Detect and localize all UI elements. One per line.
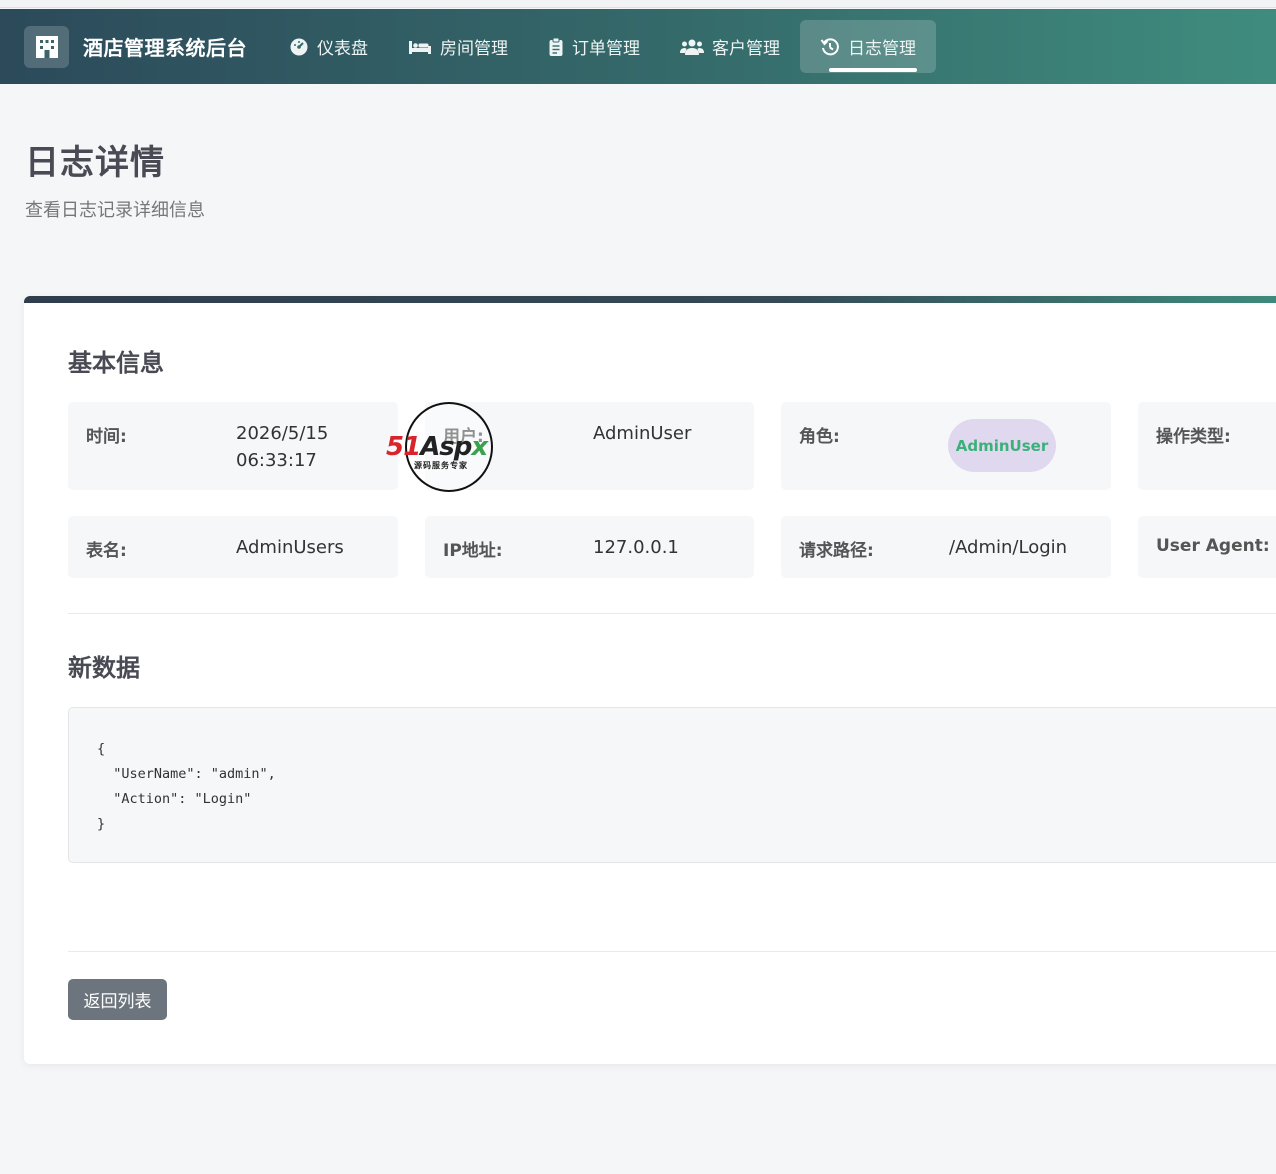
- nav-item-dashboard[interactable]: 仪表盘: [269, 20, 388, 73]
- info-time: 时间: 2026/5/15 06:33:17: [68, 402, 398, 490]
- ip-value: 127.0.0.1: [593, 537, 679, 558]
- info-request-path: 请求路径: /Admin/Login: [781, 516, 1111, 578]
- request-path-value: /Admin/Login: [949, 537, 1068, 558]
- clipboard-icon: [549, 37, 563, 56]
- new-data-json-block: { "UserName": "admin", "Action": "Login"…: [68, 707, 1276, 863]
- log-detail-card: 基本信息 时间: 2026/5/15 06:33:17 用户: AdminUse…: [24, 296, 1276, 1064]
- page-header: 日志详情 查看日志记录详细信息: [25, 135, 205, 222]
- nav-item-label: 仪表盘: [317, 39, 368, 59]
- info-table: 表名: AdminUsers: [68, 516, 398, 578]
- watermark-logo: 51Aspx 源码服务专家: [386, 402, 512, 494]
- role-badge: AdminUser: [948, 419, 1056, 472]
- new-data-json: { "UserName": "admin", "Action": "Login"…: [97, 741, 276, 832]
- browser-top-strip: [0, 0, 1276, 8]
- bed-icon: [409, 40, 431, 54]
- section-divider: [68, 613, 1276, 614]
- info-ip: IP地址: 127.0.0.1: [425, 516, 754, 578]
- page-subtitle: 查看日志记录详细信息: [25, 200, 205, 221]
- hotel-icon: [24, 25, 69, 68]
- user-agent-label: User Agent:: [1156, 536, 1270, 556]
- basic-info-title: 基本信息: [68, 349, 164, 377]
- nav-item-customers[interactable]: 客户管理: [660, 20, 800, 73]
- role-label: 角色:: [799, 427, 840, 447]
- nav-item-logs[interactable]: 日志管理: [800, 20, 936, 73]
- nav-item-orders[interactable]: 订单管理: [528, 20, 660, 73]
- users-icon: [680, 39, 704, 55]
- request-path-label: 请求路径:: [799, 541, 874, 561]
- nav-item-label: 房间管理: [440, 39, 508, 59]
- page-title: 日志详情: [25, 143, 165, 183]
- nav-item-label: 客户管理: [712, 39, 780, 59]
- user-value: AdminUser: [593, 423, 692, 444]
- app-title: 酒店管理系统后台: [83, 36, 247, 60]
- card-accent-bar: [24, 296, 1276, 303]
- back-to-list-button[interactable]: 返回列表: [68, 979, 167, 1020]
- history-icon: [820, 37, 839, 55]
- active-tab-indicator: [829, 68, 917, 72]
- top-navbar: 酒店管理系统后台 仪表盘 房间管理 订单管理 客户管理 日志管理: [0, 9, 1276, 84]
- nav-item-label: 订单管理: [572, 39, 640, 59]
- footer-divider: [68, 951, 1276, 952]
- operation-type-label: 操作类型:: [1156, 427, 1231, 447]
- time-value: 2026/5/15 06:33:17: [236, 420, 328, 474]
- brand[interactable]: 酒店管理系统后台: [24, 25, 247, 68]
- nav-item-label: 日志管理: [848, 39, 916, 59]
- dashboard-icon: [290, 38, 308, 55]
- ip-label: IP地址:: [443, 541, 503, 561]
- info-role: 角色: AdminUser: [781, 402, 1111, 490]
- nav-item-rooms[interactable]: 房间管理: [388, 20, 528, 73]
- info-operation-type: 操作类型:: [1138, 402, 1276, 490]
- info-user-agent: User Agent:: [1138, 516, 1276, 578]
- table-value: AdminUsers: [236, 537, 344, 558]
- time-clock: 06:33:17: [236, 450, 317, 471]
- main-nav: 仪表盘 房间管理 订单管理 客户管理 日志管理: [269, 9, 936, 84]
- time-date: 2026/5/15: [236, 423, 329, 444]
- time-label: 时间:: [86, 427, 127, 447]
- new-data-title: 新数据: [68, 654, 140, 682]
- table-label: 表名:: [86, 541, 127, 561]
